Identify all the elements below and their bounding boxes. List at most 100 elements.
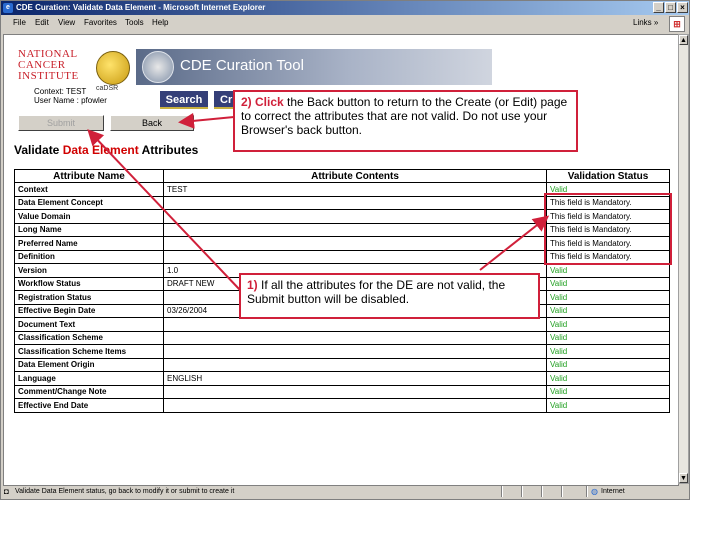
callout-step: 1) — [247, 278, 258, 292]
links-label: Links — [633, 18, 652, 27]
validation-status: Valid — [546, 317, 670, 332]
maximize-button[interactable]: □ — [665, 2, 676, 13]
cadsr-logo — [96, 51, 130, 85]
chevron-right-icon: » — [653, 18, 659, 27]
attribute-name: Value Domain — [14, 209, 164, 224]
attribute-contents — [163, 317, 547, 332]
table-row: Comment/Change Note Valid — [14, 384, 670, 399]
validation-status: Valid — [546, 344, 670, 359]
status-divider — [521, 486, 523, 497]
validation-status: Valid — [546, 303, 670, 318]
back-button[interactable]: Back — [110, 115, 194, 131]
security-zone: Internet — [601, 488, 625, 495]
table-header-row: Attribute Name Attribute Contents Valida… — [14, 169, 670, 183]
attribute-name: Data Element Concept — [14, 195, 164, 210]
attribute-name: Registration Status — [14, 290, 164, 305]
disc-icon — [142, 51, 174, 83]
nci-logo-line3: INSTITUTE — [18, 70, 79, 82]
title-part-2: Data Element — [62, 143, 139, 157]
attribute-contents — [163, 222, 547, 237]
table-row: Classification Scheme Valid — [14, 330, 670, 345]
attribute-contents — [163, 344, 547, 359]
attribute-contents — [163, 249, 547, 264]
window-title: CDE Curation: Validate Data Element - Mi… — [16, 3, 266, 12]
page-title: Validate Data Element Attributes — [14, 143, 198, 157]
attribute-name: Effective Begin Date — [14, 303, 164, 318]
submit-button[interactable]: Submit — [18, 115, 104, 131]
validation-status: Valid — [546, 330, 670, 345]
invalid-status-highlight — [544, 193, 672, 265]
header-attribute-contents: Attribute Contents — [163, 169, 547, 183]
menu-file[interactable]: File — [13, 18, 26, 27]
status-divider — [501, 486, 503, 497]
banner-title: CDE Curation Tool — [180, 57, 304, 74]
links-toolbar[interactable]: Links » — [633, 18, 658, 27]
close-button[interactable]: × — [677, 2, 688, 13]
title-part-3: Attributes — [138, 143, 199, 157]
attribute-name: Long Name — [14, 222, 164, 237]
menu-view[interactable]: View — [58, 18, 75, 27]
attribute-contents — [163, 357, 547, 372]
attribute-name: Document Text — [14, 317, 164, 332]
validation-status: Valid — [546, 398, 670, 413]
windows-logo-icon: ⊞ — [669, 16, 685, 32]
callout-text: If all the attributes for the DE are not… — [247, 278, 506, 306]
attribute-contents — [163, 209, 547, 224]
back-callout: 2) Click the Back button to return to th… — [233, 90, 578, 152]
nci-logo: NATIONAL CANCER INSTITUTE — [18, 49, 80, 89]
user-info: Context: TEST User Name : pfowler — [34, 87, 107, 105]
validation-status: Valid — [546, 357, 670, 372]
user-name-label: User Name : pfowler — [34, 96, 107, 105]
attribute-contents — [163, 330, 547, 345]
menu-help[interactable]: Help — [152, 18, 168, 27]
attribute-name: Effective End Date — [14, 398, 164, 413]
submit-callout: 1) If all the attributes for the DE are … — [239, 273, 540, 319]
table-row: Data Element Origin Valid — [14, 357, 670, 372]
attribute-name: Context — [14, 182, 164, 197]
attribute-name: Classification Scheme Items — [14, 344, 164, 359]
validation-status: Valid — [546, 276, 670, 291]
attribute-name: Language — [14, 371, 164, 386]
table-row: Document Text Valid — [14, 317, 670, 332]
scroll-up-icon[interactable]: ▲ — [679, 35, 688, 45]
status-divider — [541, 486, 543, 497]
callout-step: 2) — [241, 95, 252, 109]
menu-favorites[interactable]: Favorites — [84, 18, 117, 27]
attribute-contents — [163, 398, 547, 413]
menu-bar: File Edit View Favorites Tools Help Link… — [1, 15, 689, 32]
status-bar: ◘ Validate Data Element status, go back … — [1, 485, 689, 499]
callout-text: the Back button to return to the Create … — [241, 95, 568, 137]
globe-icon: ◍ — [591, 487, 598, 496]
validation-status: Valid — [546, 290, 670, 305]
header-attribute-name: Attribute Name — [14, 169, 164, 183]
menu-tools[interactable]: Tools — [125, 18, 144, 27]
title-bar: e CDE Curation: Validate Data Element - … — [1, 1, 689, 15]
menu-edit[interactable]: Edit — [35, 18, 49, 27]
title-part-1: Validate — [14, 143, 63, 157]
page-icon: ◘ — [4, 487, 9, 496]
validation-status: Valid — [546, 371, 670, 386]
tool-banner: CDE Curation Tool — [136, 49, 492, 85]
attribute-contents: TEST — [163, 182, 547, 197]
attribute-name: Comment/Change Note — [14, 384, 164, 399]
scroll-down-icon[interactable]: ▼ — [679, 473, 688, 483]
table-row: Language ENGLISH Valid — [14, 371, 670, 386]
status-message: Validate Data Element status, go back to… — [15, 488, 235, 495]
callout-action: Click — [255, 95, 284, 109]
ie-icon: e — [3, 3, 13, 13]
attribute-contents — [163, 236, 547, 251]
attribute-contents — [163, 195, 547, 210]
attribute-name: Workflow Status — [14, 276, 164, 291]
attribute-contents: ENGLISH — [163, 371, 547, 386]
search-nav-button[interactable]: Search — [160, 91, 208, 109]
attribute-name: Classification Scheme — [14, 330, 164, 345]
status-divider — [586, 486, 588, 497]
table-row: Classification Scheme Items Valid — [14, 344, 670, 359]
attribute-name: Definition — [14, 249, 164, 264]
table-row: Effective End Date Valid — [14, 398, 670, 413]
vertical-scrollbar[interactable]: ▲ ▼ — [678, 34, 689, 484]
attribute-name: Data Element Origin — [14, 357, 164, 372]
minimize-button[interactable]: _ — [653, 2, 664, 13]
header-validation-status: Validation Status — [546, 169, 670, 183]
attribute-name: Version — [14, 263, 164, 278]
